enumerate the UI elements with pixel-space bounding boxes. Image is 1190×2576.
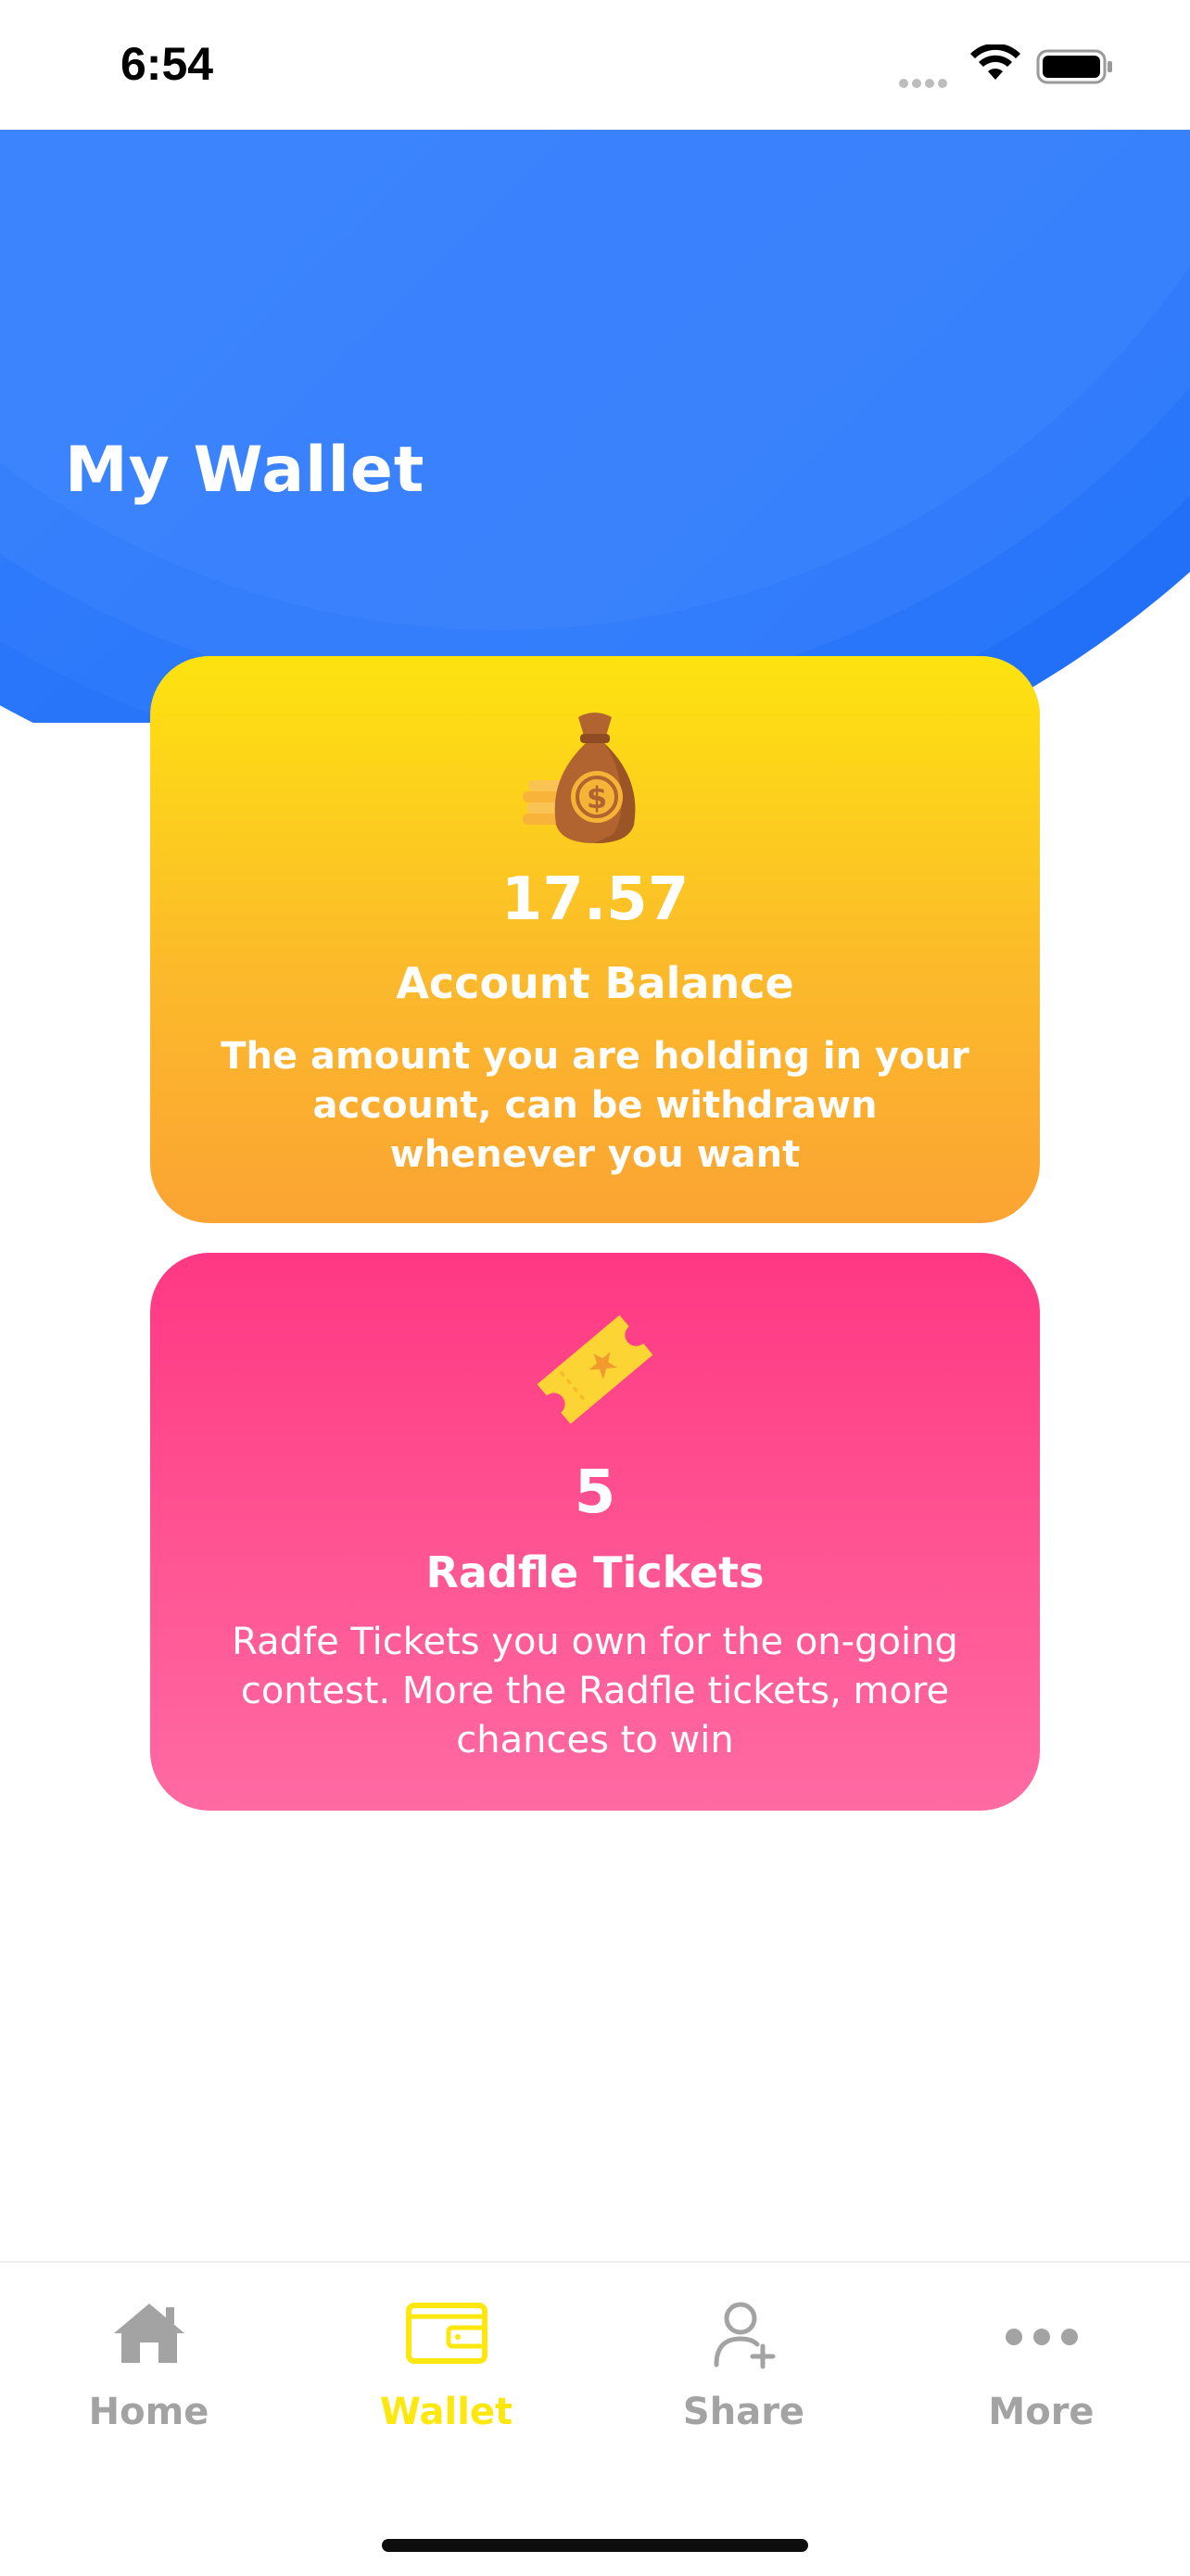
home-icon [113, 2304, 184, 2363]
tab-wallet[interactable]: Wallet [298, 2263, 595, 2476]
page-title: My Wallet [65, 434, 425, 507]
more-icon [1005, 2329, 1078, 2345]
status-time: 6:54 [120, 38, 214, 90]
battery-icon [1036, 49, 1112, 84]
header-background [0, 130, 1190, 723]
radfle-tickets-value: 5 [574, 1458, 616, 1527]
cellular-signal-icon [899, 74, 955, 88]
radfle-tickets-description: Radfe Tickets you own for the on-going c… [232, 1621, 958, 1762]
account-balance-value: 17.57 [500, 865, 690, 934]
tab-more[interactable]: More [892, 2263, 1190, 2476]
wallet-icon [405, 2303, 487, 2364]
bottom-tab-bar: Home Wallet Share More [0, 2261, 1190, 2576]
ticket-icon [537, 1315, 653, 1424]
tab-wallet-label: Wallet [379, 2391, 513, 2433]
tab-home[interactable]: Home [0, 2263, 298, 2476]
svg-text:$: $ [587, 780, 607, 815]
tab-more-label: More [988, 2391, 1095, 2433]
radfle-tickets-card: 5 Radfle Tickets Radfe Tickets you own f… [150, 1253, 1040, 1811]
account-balance-card: $ 17.57 Account Balance The amount you a… [150, 656, 1040, 1223]
wifi-icon [970, 44, 1020, 80]
tab-share[interactable]: Share [595, 2263, 892, 2476]
radfle-tickets-title: Radfle Tickets [425, 1547, 765, 1597]
add-user-icon [714, 2302, 775, 2369]
account-balance-description: The amount you are holding in your accou… [221, 1035, 969, 1176]
money-bag-icon: $ [523, 713, 636, 843]
status-bar: 6:54 [0, 0, 1190, 130]
tab-home-label: Home [88, 2391, 209, 2433]
tab-share-label: Share [682, 2391, 805, 2433]
home-indicator[interactable] [382, 2539, 808, 2552]
account-balance-title: Account Balance [396, 958, 794, 1008]
